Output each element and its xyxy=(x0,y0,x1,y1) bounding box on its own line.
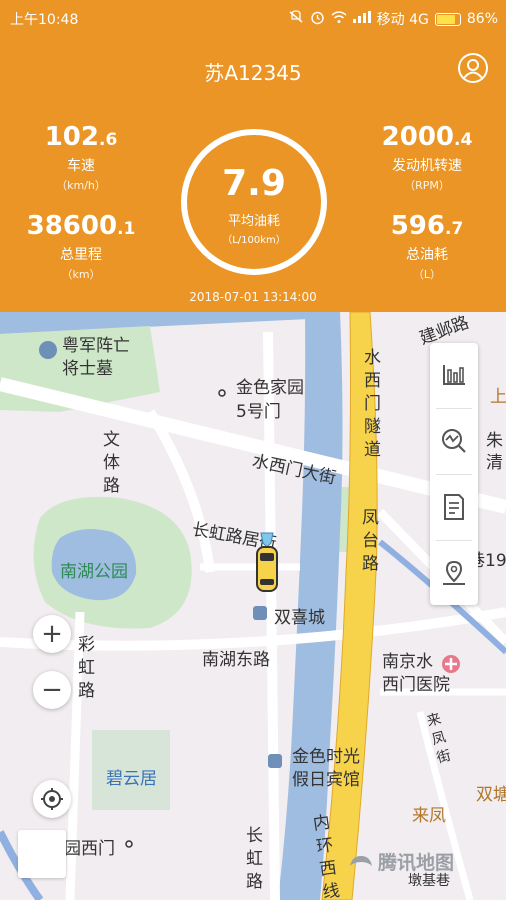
mileage-unit: （km） xyxy=(61,268,101,281)
avg-fuel-gauge: 7.9 平均油耗 （L/100km） xyxy=(181,129,327,275)
rpm-value: 2000 xyxy=(381,122,455,152)
avg-fuel-unit: （L/100km） xyxy=(222,235,286,246)
wifi-icon xyxy=(331,10,347,28)
car-rear-window xyxy=(260,579,274,585)
map-label-jinse-b: 5号门 xyxy=(236,402,281,422)
rpm-decimal: .4 xyxy=(454,130,473,150)
user-icon[interactable] xyxy=(458,53,488,83)
speed-decimal: .6 xyxy=(98,130,118,150)
map-label-shang: 上 xyxy=(490,387,506,407)
fuel-total-decimal: .7 xyxy=(444,219,464,239)
map-label-zhu-qing: 朱清 xyxy=(486,431,503,473)
map-poi-memorial-icon xyxy=(39,341,57,359)
zoom-out-button[interactable]: − xyxy=(33,671,71,709)
crosshair-icon xyxy=(41,788,63,810)
fuel-total-value: 596 xyxy=(390,211,445,241)
map-label-shuangxi-city: 双喜城 xyxy=(274,608,325,628)
map-label-fengtai-road: 凤台路 xyxy=(362,508,379,574)
status-icons: 移动 4G 86% xyxy=(288,9,498,29)
report-icon[interactable] xyxy=(430,475,478,539)
location-pin-icon[interactable] xyxy=(430,541,478,605)
map-poi-dot xyxy=(218,389,226,397)
dashboard-header: 苏A12345 102.6 车速 （km/h） 38600.1 总里程 （km）… xyxy=(0,36,506,312)
map-label-memorial-b: 将士墓 xyxy=(62,359,113,379)
signal-icon xyxy=(352,11,371,27)
locate-button[interactable] xyxy=(33,780,71,818)
rpm-unit: （RPM） xyxy=(404,179,450,192)
tencent-map-logo-icon xyxy=(350,855,372,866)
fuel-total-stat: 596.7 总油耗 （L） xyxy=(352,211,502,282)
zoom-in-button[interactable]: + xyxy=(33,615,71,653)
map-label-shuiximen-tunnel: 水西门隧道 xyxy=(364,348,381,460)
rpm-stat: 2000.4 发动机转速 （RPM） xyxy=(352,122,502,193)
map-label-biyun-ju: 碧云居 xyxy=(106,769,157,789)
battery-fill xyxy=(436,14,456,24)
bar-chart-icon[interactable] xyxy=(430,343,478,407)
map-label-yuan-ximen: 园西门 xyxy=(64,839,115,859)
map-label-jinse-a: 金色家园 xyxy=(236,378,304,398)
hotel-icon xyxy=(268,754,282,768)
rpm-label: 发动机转速 xyxy=(392,158,462,174)
map-label-changhong-road: 长虹路 xyxy=(246,826,263,892)
car-windshield xyxy=(260,553,274,561)
record-datetime: 2018-07-01 13:14:00 xyxy=(189,290,317,304)
map-label-hotel-b: 假日宾馆 xyxy=(292,770,360,790)
mileage-value: 38600 xyxy=(26,211,118,241)
status-time: 上午10:48 xyxy=(10,12,79,28)
avg-fuel-label: 平均油耗 xyxy=(227,214,280,229)
fuel-total-label: 总油耗 xyxy=(406,247,448,263)
shop-icon xyxy=(253,606,267,620)
mileage-stat: 38600.1 总里程 （km） xyxy=(6,211,156,282)
map-label-hospital-a: 南京水 xyxy=(382,652,433,672)
map-label-caihong-road: 彩虹路 xyxy=(78,635,95,701)
trend-search-icon[interactable] xyxy=(430,409,478,473)
speed-label: 车速 xyxy=(67,158,95,174)
avg-fuel-value: 7.9 xyxy=(222,163,286,204)
map-label-nanhu-park: 南湖公园 xyxy=(60,562,128,582)
mileage-decimal: .1 xyxy=(117,219,136,239)
alarm-icon xyxy=(310,10,325,29)
fuel-total-unit: （L） xyxy=(412,268,442,281)
battery-icon xyxy=(434,12,461,26)
mute-icon xyxy=(288,10,304,28)
map-label-hotel-a: 金色时光 xyxy=(292,747,360,767)
map-toolbar xyxy=(430,343,478,605)
map-poi-dot-2 xyxy=(125,840,133,848)
watermark-text: 腾讯地图 xyxy=(378,852,455,874)
speed-unit: （km/h） xyxy=(56,179,106,192)
speed-value: 102 xyxy=(44,122,99,152)
speed-stat: 102.6 车速 （km/h） xyxy=(6,122,156,193)
map-label-laifeng: 来凤 xyxy=(412,806,446,826)
map-watermark: 腾讯地图 xyxy=(348,848,454,875)
map-label-memorial-a: 粤军阵亡 xyxy=(62,336,130,356)
layer-button[interactable] xyxy=(18,830,66,878)
map-water xyxy=(0,312,330,334)
car-diamond xyxy=(260,532,274,548)
mileage-label: 总里程 xyxy=(60,247,102,263)
status-bar: 上午10:48 移动 4G 86% xyxy=(0,0,506,36)
map-label-nanhu-east-road: 南湖东路 xyxy=(202,650,270,670)
carrier-label: 移动 4G xyxy=(376,12,429,28)
map-label-wenti-road: 文体路 xyxy=(103,430,120,496)
map-label-shuangtang: 双塘 xyxy=(476,785,506,805)
car-marker[interactable] xyxy=(255,531,279,599)
plate-number: 苏A12345 xyxy=(204,61,302,85)
map-label-hospital-b: 西门医院 xyxy=(382,675,450,695)
battery-percent: 86% xyxy=(466,11,498,27)
